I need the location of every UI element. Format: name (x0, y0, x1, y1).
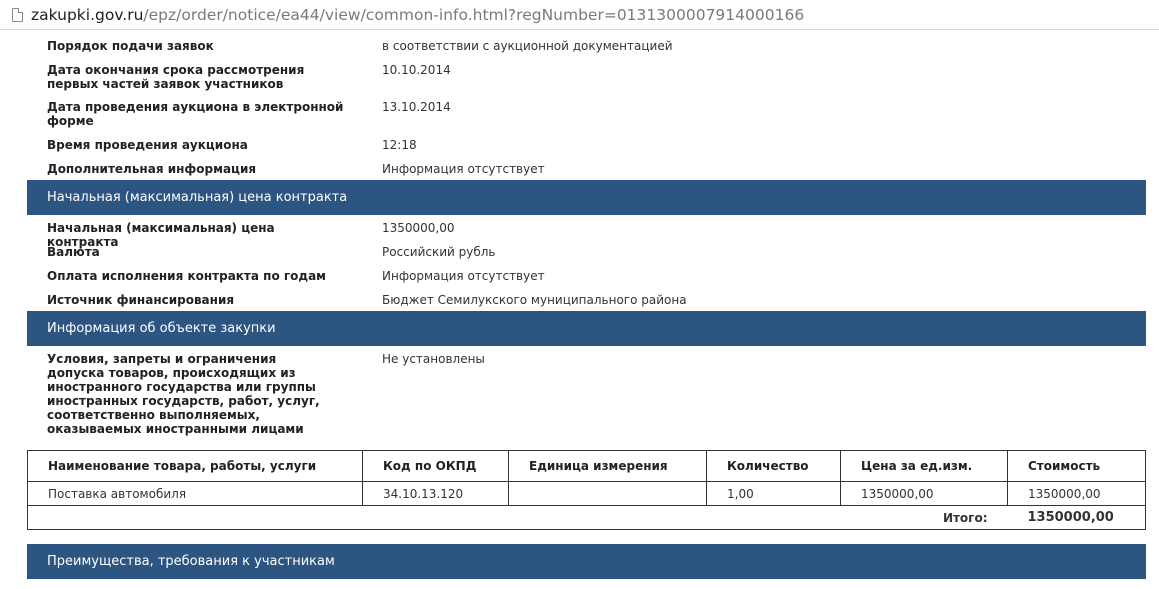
table-header-row: Наименование товара, работы, услуги Код … (27, 450, 1146, 482)
table-cell: 34.10.13.120 (362, 481, 509, 506)
url-host: zakupki.gov.ru (31, 5, 144, 24)
column-header: Наименование товара, работы, услуги (27, 450, 363, 482)
info-value: Не установлены (382, 352, 485, 366)
column-header: Единица измерения (508, 450, 707, 482)
total-label: Итого: (840, 505, 1008, 530)
table-row: Поставка автомобиля 34.10.13.120 1,00 13… (27, 481, 1146, 506)
address-bar[interactable]: zakupki.gov.ru/epz/order/notice/ea44/vie… (0, 0, 1159, 30)
section-header-object: Информация об объекте закупки (27, 311, 1146, 346)
table-cell (508, 481, 707, 506)
url-path: /epz/order/notice/ea44/view/common-info.… (143, 5, 805, 24)
column-header: Код по ОКПД (362, 450, 509, 482)
info-value: 12:18 (382, 138, 417, 152)
info-label: Дополнительная информация (47, 162, 257, 176)
table-total-row: Итого: 1350000,00 (27, 505, 1146, 530)
info-value: в соответствии с аукционной документацие… (382, 39, 673, 53)
column-header: Цена за ед.изм. (840, 450, 1008, 482)
info-value: Информация отсутствует (382, 162, 545, 176)
table-cell: 1350000,00 (1007, 481, 1146, 506)
info-value: Информация отсутствует (382, 269, 545, 283)
info-label: Дата проведения аукциона в электронной ф… (47, 100, 344, 128)
info-label: Валюта (47, 245, 100, 259)
column-header: Количество (706, 450, 841, 482)
info-value: 1350000,00 (382, 221, 455, 235)
info-label: Дата окончания срока рассмотрения первых… (47, 63, 305, 91)
info-label: Порядок подачи заявок (47, 39, 214, 53)
info-value: 13.10.2014 (382, 100, 451, 114)
total-value: 1350000,00 (1007, 505, 1146, 530)
info-label: Время проведения аукциона (47, 138, 248, 152)
info-value: Бюджет Семилукского муниципального район… (382, 293, 687, 307)
info-value: Российский рубль (382, 245, 496, 259)
table-cell: 1,00 (706, 481, 841, 506)
table-cell: Поставка автомобиля (27, 481, 363, 506)
table-cell: 1350000,00 (840, 481, 1008, 506)
section-header-advantages: Преимущества, требования к участникам (27, 544, 1146, 579)
page-icon (12, 7, 23, 22)
column-header: Стоимость (1007, 450, 1146, 482)
info-label: Условия, запреты и ограничения допуска т… (47, 352, 320, 436)
info-value: 10.10.2014 (382, 63, 451, 77)
info-label: Оплата исполнения контракта по годам (47, 269, 326, 283)
info-label: Источник финансирования (47, 293, 235, 307)
section-header-price: Начальная (максимальная) цена контракта (27, 180, 1146, 215)
purchase-items-table: Наименование товара, работы, услуги Код … (27, 450, 1146, 530)
